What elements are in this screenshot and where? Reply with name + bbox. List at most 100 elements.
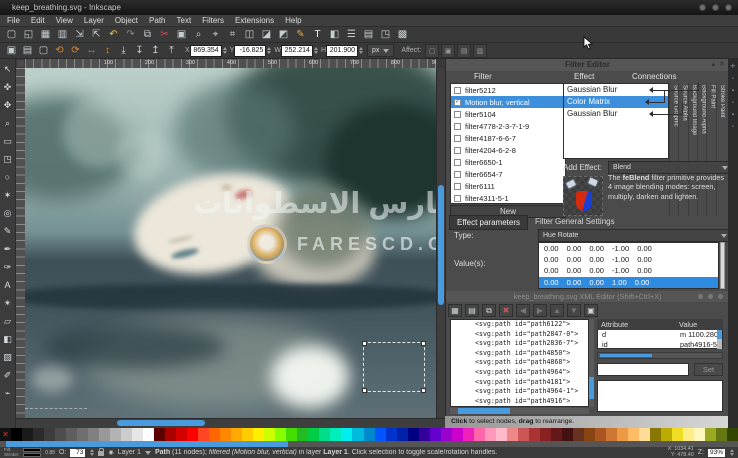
select-all-icon[interactable]: ▣ [5,44,18,57]
menu-item[interactable]: Layer [84,16,104,25]
dock-iconify-icon[interactable]: ▴ [712,59,716,71]
color-swatch[interactable] [231,428,242,441]
filter-checkbox[interactable] [454,147,461,154]
filter-list-item[interactable]: filter4311-5-1 [451,192,565,204]
color-swatch[interactable] [66,428,77,441]
align-dialog-icon[interactable]: ▤ [362,28,375,41]
type-dropdown[interactable]: Hue Rotate [538,229,732,242]
filter-checkbox[interactable] [454,123,461,130]
horizontal-scrollbar-thumb[interactable] [117,420,205,426]
filter-checkbox[interactable] [454,159,461,166]
dock-close-icon[interactable]: ✕ [719,59,725,71]
color-swatch[interactable] [319,428,330,441]
rotate-ccw-icon[interactable]: ⟲ [53,44,66,57]
unit-dropdown[interactable]: px [367,44,394,57]
document-properties-icon[interactable]: ◳ [379,28,392,41]
create-clone-icon[interactable]: ◪ [260,28,273,41]
filter-list-item[interactable]: filter6654-7 [451,168,565,180]
selection-handle[interactable] [362,388,367,393]
color-swatch[interactable] [154,428,165,441]
color-swatch[interactable] [529,428,540,441]
spiral-tool-icon[interactable]: ◎ [1,205,14,221]
color-swatch[interactable] [253,428,264,441]
menu-item[interactable]: Object [115,16,138,25]
opacity-input[interactable]: 73 [70,449,85,457]
selection-marquee[interactable] [363,342,425,392]
color-swatch[interactable] [88,428,99,441]
paint-bucket-tool-icon[interactable]: ◧ [1,331,14,347]
fill-stroke-dialog-icon[interactable]: ◧ [328,28,341,41]
color-swatch[interactable] [364,428,375,441]
deselect-icon[interactable]: ▢ [37,44,50,57]
matrix-row[interactable]: 0.00 0.00 0.00 -1.00 0.00 [539,243,718,254]
color-swatch[interactable] [242,428,253,441]
vertical-ruler[interactable] [16,68,25,418]
filter-checkbox[interactable] [454,87,461,94]
matrix-scrollbar[interactable] [720,242,725,289]
lower-icon[interactable]: ↧ [133,44,146,57]
menu-item[interactable]: Text [177,16,192,25]
close-button[interactable] [718,294,723,299]
redo-icon[interactable]: ↷ [124,28,137,41]
filter-checkbox[interactable] [454,171,461,178]
xml-tree-node[interactable]: <svg:path id="path2847-0"> [451,330,588,340]
open-document-icon[interactable]: ◱ [22,28,35,41]
filter-checkbox[interactable] [454,99,461,106]
color-swatch[interactable] [187,428,198,441]
menu-item[interactable]: Extensions [235,16,274,25]
affect-corners-icon[interactable]: ▣ [441,44,455,58]
attribute-value-textarea[interactable] [597,380,723,412]
filter-checkbox[interactable] [454,195,461,202]
color-swatch[interactable] [628,428,639,441]
set-attribute-button[interactable]: Set [694,363,723,376]
filter-checkbox[interactable] [454,183,461,190]
menu-item[interactable]: Edit [31,16,45,25]
color-swatch[interactable] [683,428,694,441]
layer-selector[interactable]: Layer 1 [118,449,141,456]
zoom-tool-icon[interactable]: ⌕ [1,115,14,131]
color-swatch[interactable] [551,428,562,441]
color-swatch[interactable] [573,428,584,441]
gradient-tool-icon[interactable]: ▨ [1,349,14,365]
close-button[interactable] [725,4,732,11]
color-swatch[interactable] [485,428,496,441]
star-tool-icon[interactable]: ✶ [1,187,14,203]
menu-item[interactable]: View [56,16,73,25]
spray-tool-icon[interactable]: ✴ [1,295,14,311]
selector-tool-icon[interactable]: ↖ [1,61,14,77]
geometry-input[interactable]: 252.214 [281,45,313,57]
ellipse-tool-icon[interactable]: ○ [1,169,14,185]
zoom-drawing-icon[interactable]: ⌖ [209,28,222,41]
color-swatch[interactable] [496,428,507,441]
move-node-up-icon[interactable]: ▲ [550,304,564,317]
scrollbar-thumb[interactable] [589,377,594,399]
scrollbar-thumb[interactable] [458,408,510,414]
rotate-cw-icon[interactable]: ⟳ [69,44,82,57]
menu-item[interactable]: File [7,16,20,25]
connector-tool-icon[interactable]: ⌁ [1,385,14,401]
geometry-input[interactable]: -16.825 [234,45,266,57]
affect-transform-stroke-icon[interactable]: ▢ [425,44,439,58]
filter-list-item[interactable]: filter4204-6-2-8 [451,144,565,156]
color-swatch[interactable] [264,428,275,441]
color-swatch[interactable] [165,428,176,441]
stroke-swatch[interactable] [23,453,41,457]
color-swatch[interactable] [375,428,386,441]
no-color-swatch[interactable]: ✕ [0,428,11,441]
color-swatch[interactable] [143,428,154,441]
affect-patterns-icon[interactable]: ▥ [473,44,487,58]
xml-tree-node[interactable]: <svg:path id="path4954"> [451,406,588,407]
color-swatch[interactable] [716,428,727,441]
edit-paths-icon[interactable]: ✎ [294,28,307,41]
lower-to-bottom-icon[interactable]: ⤓ [117,44,130,57]
zoom-page-icon[interactable]: ⌗ [226,28,239,41]
color-swatch[interactable] [33,428,44,441]
attribute-table-scrollbar[interactable] [717,330,722,349]
raise-to-top-icon[interactable]: ⤒ [165,44,178,57]
snap-page-border-icon[interactable]: ▪ [732,112,734,118]
rectangle-tool-icon[interactable]: ▭ [1,133,14,149]
node-auto-indent-icon[interactable]: ▣ [584,304,598,317]
xml-tree-node[interactable]: <svg:path id="path4181"> [451,378,588,388]
menu-item[interactable]: Help [285,16,301,25]
color-swatch[interactable] [672,428,683,441]
